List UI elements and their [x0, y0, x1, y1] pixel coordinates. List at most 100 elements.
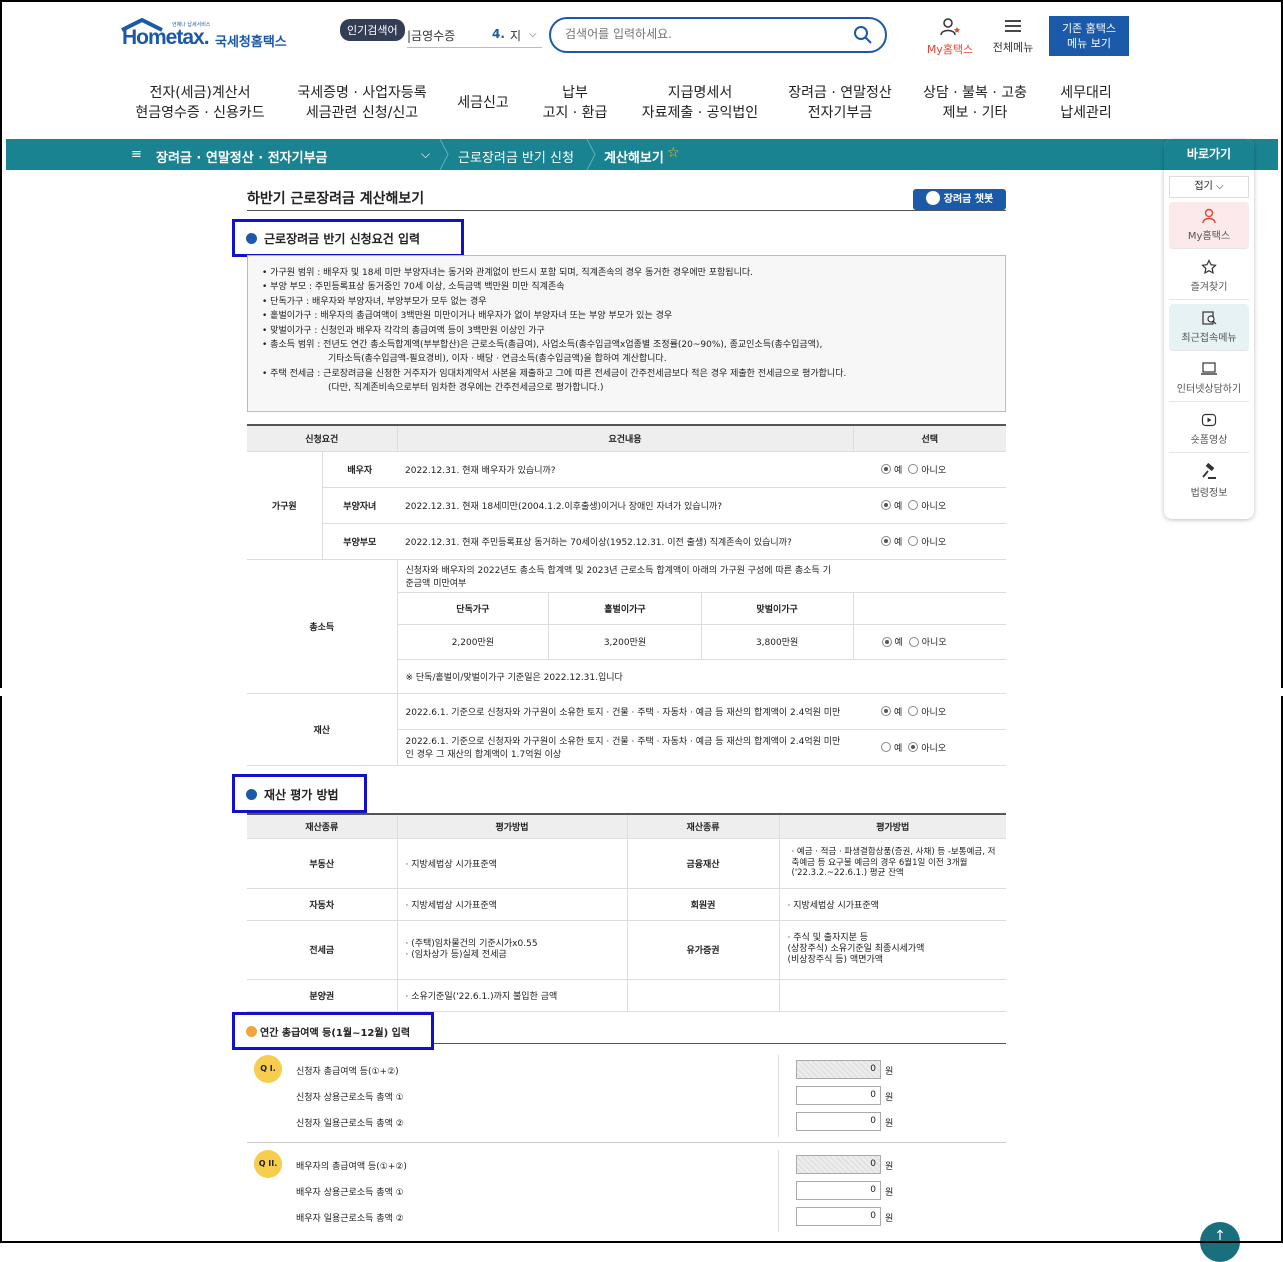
quick-my-hometax[interactable]: My홈택스	[1169, 202, 1249, 249]
chevron-down-icon[interactable]: ⌵	[529, 29, 537, 40]
star-icon[interactable]: ☆	[667, 145, 680, 161]
breadcrumb-level1[interactable]: 장려금 · 연말정산 · 전자기부금	[156, 147, 328, 166]
fold-button[interactable]: 접기 ⌵	[1169, 176, 1249, 198]
income-col: 맞벌이가구	[701, 592, 853, 625]
quick-online-consult[interactable]: 인터넷상담하기	[1169, 355, 1249, 402]
q1-daily-field[interactable]: 0	[796, 1112, 881, 1131]
quick-label: 법령정보	[1190, 488, 1228, 499]
info-line: • 홑벌이가구 : 배우자의 총급여액이 3백만원 미만이거나 배우자가 없이 …	[262, 311, 673, 322]
section-bullet-icon	[246, 788, 257, 800]
q2-row-label: 배우자 일용근로소득 총액 ②	[296, 1214, 404, 1224]
quick-law-info[interactable]: 법령정보	[1169, 457, 1249, 505]
chevron-down-icon[interactable]: ⌵	[421, 147, 430, 162]
income-val: 3,800만원	[755, 638, 799, 649]
radio-no[interactable]	[908, 464, 919, 474]
gnb-item-consulting[interactable]: 상담 · 불복 · 고충 제보 · 기타	[915, 83, 1035, 123]
my-hometax-label: My홈택스	[926, 43, 974, 56]
q1-row-label: 신청자 상용근로소득 총액 ①	[296, 1093, 404, 1103]
all-menu-button[interactable]: 전체메뉴	[988, 18, 1038, 55]
col-header: 평가방법	[779, 813, 1006, 839]
radio-label: 예	[894, 537, 903, 548]
quick-recent[interactable]: 최근접속메뉴	[1169, 304, 1249, 351]
asset-method: · (주택)임차물건의 기준시가x0.55	[405, 938, 538, 949]
q2-total-field: 0	[796, 1155, 881, 1174]
radio-group: 예 아니오	[853, 624, 1006, 660]
radio-no[interactable]	[908, 706, 919, 716]
menu-icon[interactable]: ≡	[131, 147, 142, 162]
col-header: 평가방법	[397, 813, 628, 839]
breadcrumb-separator	[439, 139, 449, 170]
gnb-label: 국세증명 · 사업자등록	[297, 85, 427, 101]
radio-label: 예	[894, 743, 903, 754]
gnb-item-certificate[interactable]: 국세증명 · 사업자등록 세금관련 신청/신고	[292, 83, 432, 123]
gnb-item-payment[interactable]: 납부 고지 · 환급	[535, 83, 615, 123]
quick-menu-title: 바로가기	[1164, 139, 1254, 170]
section-bullet-icon	[246, 233, 257, 244]
chatbot-button[interactable]: 장려금 챗봇	[913, 189, 1006, 210]
income-col: 단독가구	[397, 592, 550, 625]
q1-row-label: 신청자 일용근로소득 총액 ②	[296, 1119, 404, 1129]
question-badge: Q I.	[254, 1055, 282, 1083]
radio-label: 아니오	[921, 707, 947, 718]
popular-search-item[interactable]: |금영수증	[407, 27, 455, 44]
info-line: 기타소득(총수입금액-필요경비), 이자 · 배당 · 연금소득(총수입금액)을…	[328, 354, 667, 365]
radio-yes[interactable]	[881, 536, 891, 546]
radio-label: 예	[894, 465, 903, 476]
border-gap-left	[0, 688, 6, 696]
gnb-label: 자료제출 · 공익법인	[641, 105, 759, 121]
logo-brand-text: Hometax.	[122, 26, 210, 49]
search-icon[interactable]	[853, 25, 873, 45]
asset-method: · 소유기준일('22.6.1.)까지 불입한 금액	[397, 979, 628, 1012]
radio-no[interactable]	[908, 636, 919, 647]
quick-shorts[interactable]: 숏폼영상	[1169, 406, 1249, 453]
gnb-item-etax[interactable]: 전자(세금)계산서 현금영수증 · 신용카드	[130, 83, 270, 123]
logo-brand: Hometax.	[122, 26, 210, 50]
q2-daily-field[interactable]: 0	[796, 1207, 881, 1226]
gnb-label: 세금신고	[457, 95, 509, 111]
info-line: (다만, 직계존비속으로부터 임차한 경우에는 간주전세금으로 평가합니다.)	[328, 383, 604, 394]
search-input[interactable]	[565, 27, 835, 41]
all-menu-label: 전체메뉴	[992, 41, 1034, 54]
q2-regular-field[interactable]: 0	[796, 1181, 881, 1200]
row-label: 부양부모	[322, 523, 397, 560]
radio-yes[interactable]	[881, 636, 892, 647]
radio-no[interactable]	[908, 500, 919, 510]
column-divider	[778, 1150, 779, 1232]
radio-yes[interactable]	[881, 464, 891, 474]
radio-no[interactable]	[908, 536, 919, 546]
q1-regular-field[interactable]: 0	[796, 1086, 881, 1105]
unit-label: 원	[885, 1188, 894, 1198]
quick-label: My홈택스	[1187, 231, 1231, 242]
radio-no[interactable]	[908, 742, 919, 752]
gnb-item-statements[interactable]: 지급명세서 자료제출 · 공익법인	[635, 83, 765, 123]
popular-search-rank-text[interactable]: 지	[510, 27, 521, 44]
radio-group: 예 아니오	[853, 693, 1006, 730]
gnb-item-agent[interactable]: 세무대리 납세관리	[1050, 83, 1122, 123]
my-hometax-button[interactable]: My홈택스	[922, 18, 978, 57]
asset-kind: 금융재산	[627, 838, 780, 889]
hometax-logo[interactable]: 언제나 납세서비스 Hometax. 국세청홈택스	[120, 14, 295, 58]
q2-row-label: 배우자의 총급여액 등(①+②)	[296, 1162, 407, 1172]
quick-label: 숏폼영상	[1190, 435, 1228, 446]
section-requirements-header: 근로장려금 반기 신청요건 입력	[232, 219, 464, 257]
gnb-item-incentive[interactable]: 장려금 · 연말정산 전자기부금	[780, 83, 900, 123]
unit-label: 원	[885, 1162, 894, 1172]
scroll-top-button[interactable]: ↑	[1200, 1222, 1240, 1262]
asset-text: 2022.6.1. 기준으로 신청자와 가구원이 소유한 토지 · 건물 · 주…	[397, 693, 853, 730]
gnb-label: 제보 · 기타	[942, 105, 1008, 121]
info-line: • 총소득 범위 : 전년도 연간 총소득합계액(부부합산)은 근로소득(총급여…	[262, 340, 823, 351]
radio-yes[interactable]	[881, 500, 891, 510]
q1-total-field: 0	[796, 1060, 881, 1079]
quick-favorites[interactable]: 즐겨찾기	[1169, 253, 1249, 300]
radio-label: 아니오	[921, 638, 947, 648]
breadcrumb-level2[interactable]: 근로장려금 반기 신청	[458, 147, 574, 166]
gnb-item-tax-report[interactable]: 세금신고	[448, 93, 518, 113]
asset-kind: 전세금	[247, 920, 398, 980]
radio-yes[interactable]	[881, 706, 891, 716]
quick-menu: 바로가기 접기 ⌵ My홈택스 즐겨찾기 최근접속메뉴 인터넷상담하기 숏폼영상…	[1164, 139, 1254, 519]
old-menu-button[interactable]: 기존 홈택스 메뉴 보기	[1049, 16, 1129, 56]
asset-method: (상장주식) 소유기준일 최종시세가액	[787, 944, 925, 954]
row-label: 부양자녀	[322, 487, 397, 524]
page-title: 하반기 근로장려금 계산해보기	[247, 191, 425, 207]
radio-yes[interactable]	[881, 742, 891, 752]
